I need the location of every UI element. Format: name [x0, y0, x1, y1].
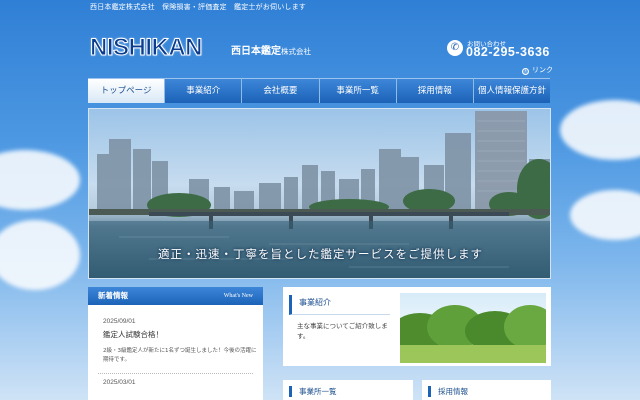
- hero-banner: 適正・迅速・丁寧を旨とした鑑定サービスをご提供します: [88, 108, 551, 279]
- cloud-decoration: [570, 190, 640, 240]
- news-title-en: What's New: [223, 293, 253, 299]
- nav-item-company[interactable]: 会社概要: [242, 78, 320, 103]
- business-card[interactable]: 事業紹介 主な事業についてご紹介致します。: [283, 287, 551, 366]
- park-photo: [400, 293, 546, 363]
- news-date: 2025/03/01: [103, 379, 136, 386]
- nav-item-top[interactable]: トップページ: [88, 78, 166, 103]
- nav-item-business[interactable]: 事業紹介: [165, 78, 243, 103]
- main-nav: トップページ 事業紹介 会社概要 事業所一覧 採用情報 個人情報保護方針: [88, 78, 551, 103]
- nav-item-offices[interactable]: 事業所一覧: [319, 78, 397, 103]
- news-item-title[interactable]: 鑑定人試験合格！: [88, 325, 263, 340]
- company-name-suffix: 株式会社: [281, 47, 311, 56]
- phone-number[interactable]: 082-295-3636: [466, 45, 550, 59]
- link-label: リンク: [532, 66, 553, 74]
- business-text: 主な事業についてご紹介致します。: [297, 322, 388, 340]
- offices-title[interactable]: 事業所一覧: [289, 386, 337, 397]
- cloud-decoration: [0, 220, 80, 290]
- recruit-title[interactable]: 採用情報: [428, 386, 468, 397]
- company-name: 西日本鑑定株式会社: [231, 42, 311, 57]
- cloud-decoration: [0, 150, 80, 210]
- link-nav[interactable]: › リンク: [522, 65, 553, 75]
- phone-icon: ✆: [447, 40, 463, 56]
- chevron-right-icon: ›: [522, 68, 529, 75]
- news-panel: 新着情報 What's New 2025/09/01 鑑定人試験合格！ 2級・3…: [88, 287, 263, 400]
- business-title[interactable]: 事業紹介: [289, 295, 390, 315]
- hero-caption: 適正・迅速・丁寧を旨とした鑑定サービスをご提供します: [158, 247, 483, 261]
- tagline: 西日本鑑定株式会社 保険損害・評価査定 鑑定士がお伺いします: [90, 3, 306, 11]
- news-title: 新着情報: [98, 291, 128, 300]
- company-name-main: 西日本鑑定: [231, 46, 281, 57]
- news-date: 2025/09/01: [103, 318, 136, 325]
- news-header: 新着情報 What's New: [88, 287, 263, 305]
- site-logo[interactable]: NISHIKAN: [89, 34, 203, 62]
- cloud-decoration: [560, 100, 640, 160]
- offices-card[interactable]: 事業所一覧: [283, 380, 413, 400]
- nav-item-recruit[interactable]: 採用情報: [396, 78, 474, 103]
- recruit-card[interactable]: 採用情報: [422, 380, 551, 400]
- nav-item-privacy[interactable]: 個人情報保護方針: [473, 78, 551, 103]
- news-item-body: 2級・3級鑑定人が新たに1名ずつ誕生しました！今後の活躍に期待です。: [103, 348, 257, 363]
